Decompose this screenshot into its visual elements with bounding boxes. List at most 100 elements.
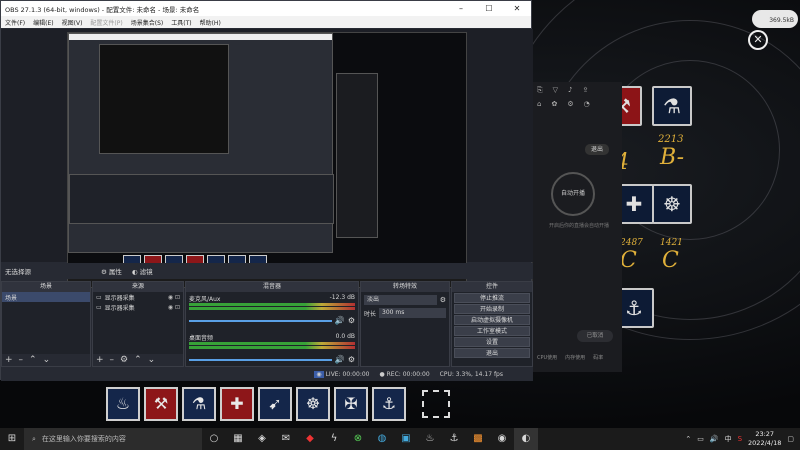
gift-icon[interactable]: ✿ [551, 100, 557, 108]
remove-icon[interactable]: – [19, 355, 24, 365]
gear-icon[interactable]: ⚙ [120, 355, 128, 365]
filter-icon[interactable]: ▽ [553, 86, 558, 94]
widgets-icon[interactable]: ▦ [226, 428, 250, 450]
filters-label: 滤镜 [139, 268, 153, 276]
nested-title-bar [69, 34, 332, 40]
app-bolt-icon[interactable]: ϟ [322, 428, 346, 450]
volume-slider[interactable] [189, 319, 332, 322]
app-orange-icon[interactable]: ▩ [466, 428, 490, 450]
transition-select[interactable]: 淡出 [364, 295, 437, 305]
game-stat-text: 2487 [620, 238, 643, 248]
browser-icon[interactable]: ◍ [370, 428, 394, 450]
move-up-icon[interactable]: ⌃ [134, 355, 142, 365]
mail-icon[interactable]: ✉ [274, 428, 298, 450]
app-anchor-icon[interactable]: ⚓ [442, 428, 466, 450]
close-icon[interactable]: ✕ [748, 30, 768, 50]
move-down-icon[interactable]: ⌄ [43, 355, 51, 365]
steam-icon[interactable]: ♨ [418, 428, 442, 450]
duration-input[interactable]: 300 ms [379, 308, 446, 318]
move-down-icon[interactable]: ⌄ [148, 355, 156, 365]
gear-icon[interactable]: ⚙ [348, 355, 355, 364]
scene-item[interactable]: 场景 [2, 292, 90, 302]
store-icon[interactable]: ▣ [394, 428, 418, 450]
obs-status-bar: ◉ LIVE: 00:00:00 ● REC: 00:00:00 CPU: 3.… [1, 367, 533, 381]
maximize-icon[interactable]: ☐ [475, 4, 503, 13]
virtual-camera-button[interactable]: 启动虚拟摄像机 [454, 315, 530, 325]
menu-edit[interactable]: 编辑(E) [33, 18, 53, 27]
empty-slot-icon[interactable] [422, 390, 450, 418]
game-taskbar-icon[interactable]: ◐ [514, 428, 538, 450]
shop-icon[interactable]: ⌂ [537, 100, 541, 108]
close-icon[interactable]: ✕ [503, 4, 531, 13]
start-recording-button[interactable]: 开始录制 [454, 304, 530, 314]
network-icon[interactable]: ▭ [697, 435, 704, 443]
hotbar-slot-6[interactable]: ☸ [296, 387, 330, 421]
exit-button[interactable]: 退出 [454, 348, 530, 358]
live-status: ◉ LIVE: 00:00:00 [314, 370, 369, 378]
speaker-icon[interactable]: 🔊 [335, 316, 345, 325]
speaker-icon[interactable]: 🔊 [335, 355, 345, 364]
controls-dock-title: 控件 [452, 282, 532, 292]
hotbar-slot-1[interactable]: ♨ [106, 387, 140, 421]
stop-streaming-button[interactable]: 停止推流 [454, 293, 530, 303]
gear-icon[interactable]: ⚙ [440, 296, 446, 304]
auto-live-toggle[interactable]: 自动开播 [551, 172, 595, 216]
menu-file[interactable]: 文件(F) [5, 18, 25, 27]
obs-preview-area[interactable] [1, 29, 533, 288]
menu-profile[interactable]: 配置文件(P) [90, 18, 122, 27]
volume-slider[interactable] [189, 358, 332, 361]
properties-button[interactable]: ⚙ 属性 [101, 266, 122, 276]
menu-view[interactable]: 视图(V) [62, 18, 83, 27]
preview-canvas[interactable] [67, 32, 467, 288]
share-icon[interactable]: ⎘ [537, 86, 543, 94]
visibility-icon[interactable]: ◉ ⊡ [168, 304, 180, 311]
mixer-channel-mic: 麦克风/Aux -12.3 dB 🔊 ⚙ [186, 292, 358, 327]
settings-icon[interactable]: ⚙ [567, 100, 573, 108]
filters-button[interactable]: ◐ 滤镜 [132, 266, 153, 276]
tray-expand-icon[interactable]: ⌃ [685, 435, 691, 443]
settings-button[interactable]: 设置 [454, 337, 530, 347]
ime-indicator[interactable]: 中 [725, 434, 732, 444]
add-icon[interactable]: + [5, 355, 13, 365]
gear-icon[interactable]: ⚙ [348, 316, 355, 325]
bell-icon[interactable]: ◔ [584, 100, 590, 108]
windows-start-icon[interactable]: ⊞ [0, 428, 24, 450]
notify-icon[interactable]: ♪ [568, 86, 572, 94]
minimize-icon[interactable]: – [447, 4, 475, 13]
edge-icon[interactable]: ◈ [250, 428, 274, 450]
lang-indicator[interactable]: S [738, 435, 742, 443]
channel-name: 麦克风/Aux [189, 296, 221, 303]
volume-icon[interactable]: 🔊 [710, 435, 719, 443]
notification-icon[interactable]: ▢ [787, 435, 794, 443]
task-view-icon[interactable]: ○ [202, 428, 226, 450]
hotbar-slot-5[interactable]: ➹ [258, 387, 292, 421]
menu-scene-collection[interactable]: 场景集合(S) [131, 18, 164, 27]
menu-tools[interactable]: 工具(T) [171, 18, 191, 27]
share-icon[interactable]: ⇪ [582, 86, 588, 94]
taskbar-search[interactable]: ⌕ 在这里输入你要搜索的内容 [24, 428, 202, 450]
game-perk-icon[interactable]: ☸ [652, 184, 692, 224]
cancel-button[interactable]: 已取消 [577, 330, 613, 342]
source-item[interactable]: ▭ 显示器采集 ◉ ⊡ [93, 302, 183, 312]
system-tray: ⌃ ▭ 🔊 中 S 23:27 2022/4/18 ▢ [685, 430, 800, 448]
xbox-icon[interactable]: ⊗ [346, 428, 370, 450]
obs-taskbar-icon[interactable]: ◉ [490, 428, 514, 450]
app-red-icon[interactable]: ◆ [298, 428, 322, 450]
visibility-icon[interactable]: ◉ ⊡ [168, 294, 180, 301]
hotbar-slot-3[interactable]: ⚗ [182, 387, 216, 421]
assistant-stats: CPU使用 内存使用 码率 [537, 354, 603, 361]
hotbar-slot-4[interactable]: ✚ [220, 387, 254, 421]
menu-help[interactable]: 帮助(H) [200, 18, 221, 27]
hotbar-slot-8[interactable]: ⚓ [372, 387, 406, 421]
taskbar-clock[interactable]: 23:27 2022/4/18 [748, 430, 781, 448]
source-item[interactable]: ▭ 显示器采集 ◉ ⊡ [93, 292, 183, 302]
game-perk-icon[interactable]: ⚗ [652, 86, 692, 126]
studio-mode-button[interactable]: 工作室模式 [454, 326, 530, 336]
exit-button[interactable]: 退出 [585, 144, 609, 155]
add-icon[interactable]: + [96, 355, 104, 365]
volume-meter [189, 342, 355, 345]
hotbar-slot-7[interactable]: ✠ [334, 387, 368, 421]
hotbar-slot-2[interactable]: ⚒ [144, 387, 178, 421]
move-up-icon[interactable]: ⌃ [29, 355, 37, 365]
remove-icon[interactable]: – [110, 355, 115, 365]
